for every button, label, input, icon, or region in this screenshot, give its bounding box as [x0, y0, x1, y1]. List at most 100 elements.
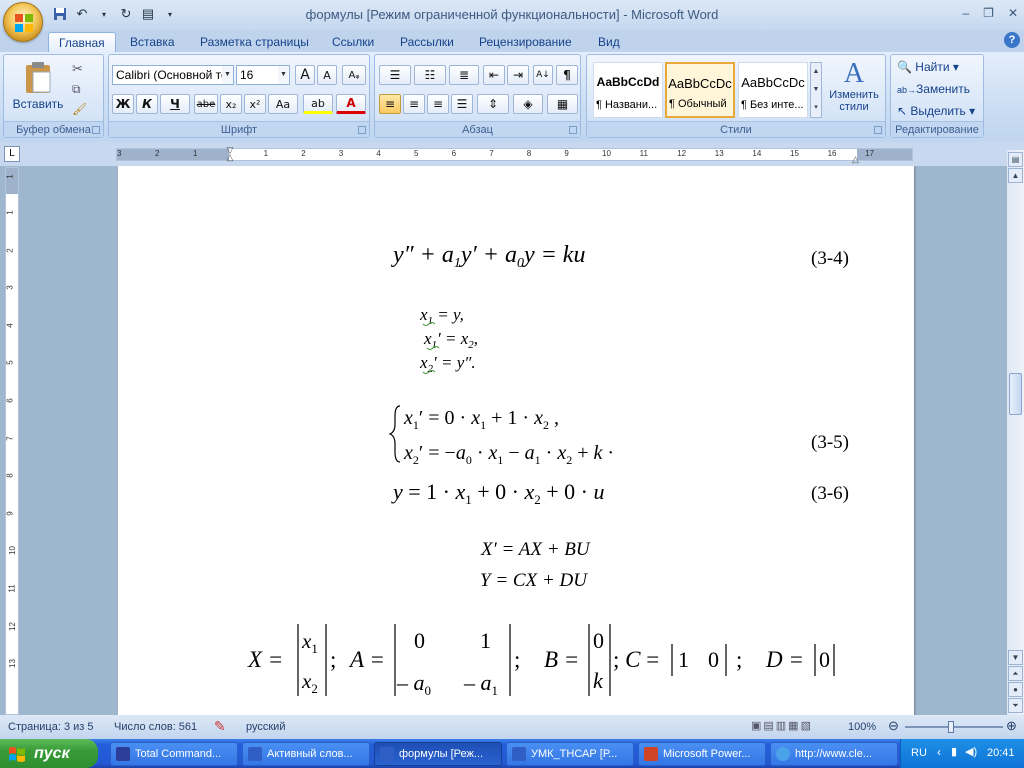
task-powerpoint[interactable]: Microsoft Power...: [638, 742, 766, 766]
view-buttons-icon[interactable]: ▣▤▥▦▧: [751, 719, 813, 732]
paragraph-launcher-icon[interactable]: [569, 126, 577, 134]
window-title: формулы [Режим ограниченной функциональн…: [305, 7, 719, 22]
word-count[interactable]: Число слов: 561: [114, 721, 197, 733]
decrease-indent-icon[interactable]: ⇤: [483, 65, 505, 85]
vruler-tick-label: 11: [7, 584, 17, 593]
change-styles-button[interactable]: A Изменить стили: [825, 59, 883, 119]
minimize-icon[interactable]: –: [962, 6, 969, 20]
styles-launcher-icon[interactable]: [874, 126, 882, 134]
select-button[interactable]: ↖ Выделить ▾: [897, 104, 975, 118]
tab-home[interactable]: Главная: [48, 32, 116, 52]
justify-icon[interactable]: ☰: [451, 94, 473, 114]
tab-review[interactable]: Рецензирование: [469, 32, 582, 52]
shrink-font-button[interactable]: A: [317, 65, 337, 85]
borders-icon[interactable]: ▦: [547, 94, 578, 114]
tray-expand-icon[interactable]: ‹: [937, 745, 941, 759]
align-left-icon[interactable]: ≡: [379, 94, 401, 114]
view-ruler-icon[interactable]: ▤: [1008, 152, 1023, 167]
numbering-icon[interactable]: ☷: [414, 65, 446, 85]
restore-icon[interactable]: ❐: [983, 6, 994, 20]
tab-view[interactable]: Вид: [588, 32, 630, 52]
italic-button[interactable]: К: [136, 94, 158, 114]
styles-group-label: Стили: [587, 121, 885, 137]
clear-format-icon[interactable]: Aᵩ: [342, 65, 366, 85]
show-marks-icon[interactable]: ¶: [556, 65, 578, 85]
grow-font-button[interactable]: A: [295, 65, 315, 85]
paste-button[interactable]: Вставить: [12, 57, 64, 117]
vruler-tick-label: 1: [5, 210, 15, 215]
task-browser[interactable]: http://www.cle...: [770, 742, 898, 766]
replace-button[interactable]: ab→Заменить: [897, 82, 970, 96]
style-normal[interactable]: AaBbCcDc ¶ Обычный: [665, 62, 735, 118]
format-painter-brush-icon[interactable]: 🖌: [72, 102, 87, 116]
browse-object-icon[interactable]: ●: [1008, 682, 1023, 697]
subscript-button[interactable]: x₂: [220, 94, 242, 114]
line-spacing-icon[interactable]: ⇕: [477, 94, 509, 114]
vertical-scrollbar[interactable]: [1007, 150, 1024, 715]
underline-button[interactable]: Ч: [160, 94, 190, 114]
tab-mailings[interactable]: Рассылки: [390, 32, 464, 52]
style-no-spacing[interactable]: AaBbCcDc ¶ Без инте...: [738, 62, 808, 118]
help-icon[interactable]: ?: [1004, 32, 1020, 48]
task-word-active[interactable]: Активный слов...: [242, 742, 370, 766]
sort-icon[interactable]: A↓: [533, 65, 553, 85]
bold-button[interactable]: Ж: [112, 94, 134, 114]
zoom-level[interactable]: 100%: [848, 721, 876, 733]
title-bar: ↶ ▾ ↻ ▤ ▾ формулы [Режим ограниченной фу…: [0, 0, 1024, 30]
svg-text:A =: A =: [348, 647, 385, 672]
increase-indent-icon[interactable]: ⇥: [507, 65, 529, 85]
scroll-up-icon[interactable]: ▲: [1008, 168, 1023, 183]
tab-insert[interactable]: Вставка: [120, 32, 185, 52]
superscript-button[interactable]: x²: [244, 94, 266, 114]
language-indicator[interactable]: RU: [911, 747, 927, 759]
vertical-ruler[interactable]: 1 1 2 3 4 5 6 7 8 9 10 11 12 13: [5, 167, 19, 715]
task-total-commander[interactable]: Total Command...: [110, 742, 238, 766]
find-button[interactable]: 🔍 Найти ▾: [897, 60, 959, 74]
close-icon[interactable]: ✕: [1008, 6, 1018, 20]
align-center-icon[interactable]: ≡: [403, 94, 425, 114]
zoom-slider-thumb[interactable]: [948, 721, 954, 733]
office-button[interactable]: [3, 2, 43, 42]
next-page-icon[interactable]: ⏷: [1008, 698, 1023, 713]
shading-icon[interactable]: ◈: [513, 94, 543, 114]
language[interactable]: русский: [246, 721, 285, 733]
task-umk[interactable]: УМК_ТНСАР [Р...: [506, 742, 634, 766]
vruler-tick-label: 9: [5, 511, 15, 516]
font-name-combo[interactable]: Calibri (Основной те ▼: [112, 65, 234, 85]
right-indent-marker-icon[interactable]: △: [852, 154, 859, 165]
zoom-out-icon[interactable]: ⊖: [888, 718, 899, 734]
indent-marker-icon[interactable]: ▽ △: [225, 146, 235, 162]
previous-page-icon[interactable]: ⏶: [1008, 666, 1023, 681]
scrollbar-thumb[interactable]: [1009, 373, 1022, 415]
scroll-down-icon[interactable]: ▼: [1008, 650, 1023, 665]
network-icon[interactable]: ▮: [951, 745, 957, 758]
task-word-formulas[interactable]: формулы [Реж...: [374, 742, 502, 766]
bullets-icon[interactable]: ☰: [379, 65, 411, 85]
tab-page-layout[interactable]: Разметка страницы: [190, 32, 319, 52]
align-right-icon[interactable]: ≡: [427, 94, 449, 114]
highlight-icon[interactable]: ab: [303, 94, 333, 114]
start-button[interactable]: пуск: [0, 739, 98, 768]
tab-references[interactable]: Ссылки: [322, 32, 384, 52]
strikethrough-button[interactable]: abe: [194, 94, 218, 114]
font-launcher-icon[interactable]: [358, 126, 366, 134]
copy-icon[interactable]: ⧉: [72, 82, 81, 97]
font-color-button[interactable]: A: [336, 94, 366, 114]
cut-icon[interactable]: ✂: [72, 61, 83, 77]
proofing-icon[interactable]: ✎: [214, 718, 226, 735]
styles-scroll[interactable]: ▲ ▼ ▾: [810, 62, 822, 118]
window-controls: – ❐ ✕: [962, 6, 1018, 20]
horizontal-ruler[interactable]: 3 2 1 1 2 3 4 5 6 7 8 9 10 11 12 13 14 15 16 17 ▽ △ △: [116, 146, 913, 164]
page-count[interactable]: Страница: 3 из 5: [8, 721, 94, 733]
ruler-tick-label: 12: [677, 149, 687, 158]
change-case-button[interactable]: Aa: [268, 94, 298, 114]
document-page[interactable]: y″ + a1y′ + a0y = ku x1 = y, x1′ = x2, x…: [118, 166, 914, 715]
style-title[interactable]: AaBbCcDd ¶ Названи...: [593, 62, 663, 118]
font-size-combo[interactable]: 16 ▼: [236, 65, 290, 85]
clipboard-launcher-icon[interactable]: [92, 126, 100, 134]
zoom-slider[interactable]: [905, 726, 1003, 728]
multilevel-list-icon[interactable]: ≣: [449, 65, 479, 85]
volume-icon[interactable]: ◀): [965, 745, 977, 758]
zoom-in-icon[interactable]: ⊕: [1006, 718, 1017, 734]
tab-selector[interactable]: L: [4, 146, 20, 162]
